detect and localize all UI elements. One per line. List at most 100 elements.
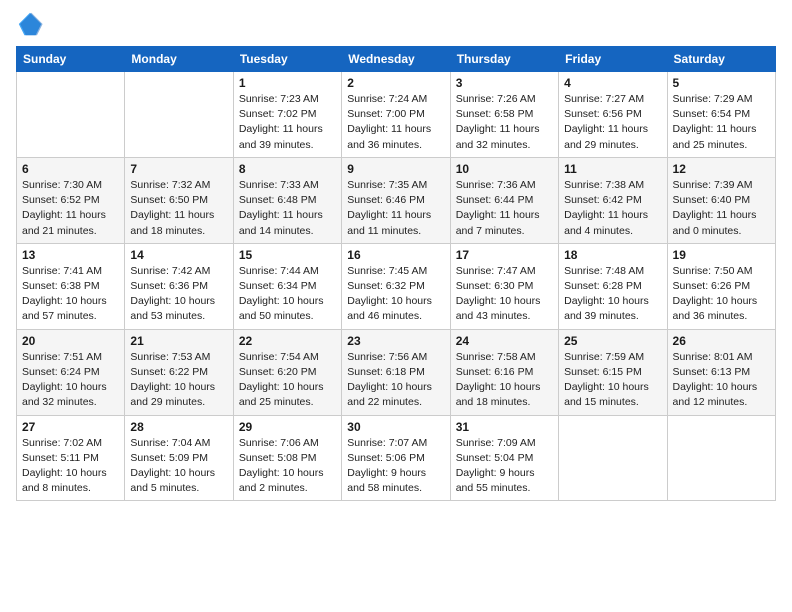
day-info: Sunrise: 7:29 AMSunset: 6:54 PMDaylight:… bbox=[673, 92, 770, 153]
day-info: Sunrise: 8:01 AMSunset: 6:13 PMDaylight:… bbox=[673, 350, 770, 411]
day-info: Sunrise: 7:59 AMSunset: 6:15 PMDaylight:… bbox=[564, 350, 661, 411]
calendar-cell: 5 Sunrise: 7:29 AMSunset: 6:54 PMDaylight… bbox=[667, 72, 775, 158]
day-info: Sunrise: 7:53 AMSunset: 6:22 PMDaylight:… bbox=[130, 350, 227, 411]
calendar-cell: 23 Sunrise: 7:56 AMSunset: 6:18 PMDayligh… bbox=[342, 329, 450, 415]
day-number: 19 bbox=[673, 248, 770, 262]
day-info: Sunrise: 7:58 AMSunset: 6:16 PMDaylight:… bbox=[456, 350, 553, 411]
day-info: Sunrise: 7:07 AMSunset: 5:06 PMDaylight:… bbox=[347, 436, 444, 497]
day-number: 17 bbox=[456, 248, 553, 262]
day-number: 13 bbox=[22, 248, 119, 262]
weekday-header-row: SundayMondayTuesdayWednesdayThursdayFrid… bbox=[17, 47, 776, 72]
calendar-cell: 15 Sunrise: 7:44 AMSunset: 6:34 PMDayligh… bbox=[233, 243, 341, 329]
calendar-cell: 17 Sunrise: 7:47 AMSunset: 6:30 PMDayligh… bbox=[450, 243, 558, 329]
day-number: 6 bbox=[22, 162, 119, 176]
day-number: 2 bbox=[347, 76, 444, 90]
day-number: 8 bbox=[239, 162, 336, 176]
logo-icon bbox=[16, 10, 44, 38]
calendar-cell: 20 Sunrise: 7:51 AMSunset: 6:24 PMDayligh… bbox=[17, 329, 125, 415]
calendar-cell: 18Sunrise: 7:48 AMSunset: 6:28 PMDayligh… bbox=[559, 243, 667, 329]
day-number: 22 bbox=[239, 334, 336, 348]
day-number: 5 bbox=[673, 76, 770, 90]
day-number: 21 bbox=[130, 334, 227, 348]
day-info: Sunrise: 7:39 AMSunset: 6:40 PMDaylight:… bbox=[673, 178, 770, 239]
day-info: Sunrise: 7:41 AMSunset: 6:38 PMDaylight:… bbox=[22, 264, 119, 325]
calendar-cell: 8 Sunrise: 7:33 AMSunset: 6:48 PMDaylight… bbox=[233, 157, 341, 243]
day-number: 4 bbox=[564, 76, 661, 90]
calendar-cell: 28Sunrise: 7:04 AMSunset: 5:09 PMDayligh… bbox=[125, 415, 233, 501]
day-info: Sunrise: 7:35 AMSunset: 6:46 PMDaylight:… bbox=[347, 178, 444, 239]
day-info: Sunrise: 7:56 AMSunset: 6:18 PMDaylight:… bbox=[347, 350, 444, 411]
day-number: 15 bbox=[239, 248, 336, 262]
day-number: 3 bbox=[456, 76, 553, 90]
calendar-cell: 16Sunrise: 7:45 AMSunset: 6:32 PMDayligh… bbox=[342, 243, 450, 329]
calendar-cell: 11Sunrise: 7:38 AMSunset: 6:42 PMDayligh… bbox=[559, 157, 667, 243]
day-number: 16 bbox=[347, 248, 444, 262]
day-info: Sunrise: 7:26 AMSunset: 6:58 PMDaylight:… bbox=[456, 92, 553, 153]
calendar-cell: 9Sunrise: 7:35 AMSunset: 6:46 PMDaylight… bbox=[342, 157, 450, 243]
day-info: Sunrise: 7:09 AMSunset: 5:04 PMDaylight:… bbox=[456, 436, 553, 497]
calendar-cell: 3 Sunrise: 7:26 AMSunset: 6:58 PMDaylight… bbox=[450, 72, 558, 158]
calendar-cell: 14Sunrise: 7:42 AMSunset: 6:36 PMDayligh… bbox=[125, 243, 233, 329]
calendar-cell: 25Sunrise: 7:59 AMSunset: 6:15 PMDayligh… bbox=[559, 329, 667, 415]
day-info: Sunrise: 7:54 AMSunset: 6:20 PMDaylight:… bbox=[239, 350, 336, 411]
day-number: 30 bbox=[347, 420, 444, 434]
weekday-header-wednesday: Wednesday bbox=[342, 47, 450, 72]
day-info: Sunrise: 7:51 AMSunset: 6:24 PMDaylight:… bbox=[22, 350, 119, 411]
weekday-header-thursday: Thursday bbox=[450, 47, 558, 72]
page: SundayMondayTuesdayWednesdayThursdayFrid… bbox=[0, 0, 792, 612]
calendar-cell bbox=[17, 72, 125, 158]
calendar-week-4: 20 Sunrise: 7:51 AMSunset: 6:24 PMDayligh… bbox=[17, 329, 776, 415]
day-info: Sunrise: 7:06 AMSunset: 5:08 PMDaylight:… bbox=[239, 436, 336, 497]
calendar-cell: 21 Sunrise: 7:53 AMSunset: 6:22 PMDayligh… bbox=[125, 329, 233, 415]
calendar-cell bbox=[125, 72, 233, 158]
calendar-week-2: 6 Sunrise: 7:30 AMSunset: 6:52 PMDaylight… bbox=[17, 157, 776, 243]
calendar-cell: 12Sunrise: 7:39 AMSunset: 6:40 PMDayligh… bbox=[667, 157, 775, 243]
day-info: Sunrise: 7:33 AMSunset: 6:48 PMDaylight:… bbox=[239, 178, 336, 239]
calendar-cell: 19 Sunrise: 7:50 AMSunset: 6:26 PMDayligh… bbox=[667, 243, 775, 329]
calendar-cell: 6 Sunrise: 7:30 AMSunset: 6:52 PMDaylight… bbox=[17, 157, 125, 243]
day-info: Sunrise: 7:47 AMSunset: 6:30 PMDaylight:… bbox=[456, 264, 553, 325]
calendar-cell: 30 Sunrise: 7:07 AMSunset: 5:06 PMDayligh… bbox=[342, 415, 450, 501]
day-info: Sunrise: 7:23 AMSunset: 7:02 PMDaylight:… bbox=[239, 92, 336, 153]
calendar-cell bbox=[667, 415, 775, 501]
day-info: Sunrise: 7:36 AMSunset: 6:44 PMDaylight:… bbox=[456, 178, 553, 239]
day-info: Sunrise: 7:42 AMSunset: 6:36 PMDaylight:… bbox=[130, 264, 227, 325]
weekday-header-friday: Friday bbox=[559, 47, 667, 72]
day-info: Sunrise: 7:27 AMSunset: 6:56 PMDaylight:… bbox=[564, 92, 661, 153]
weekday-header-tuesday: Tuesday bbox=[233, 47, 341, 72]
calendar-cell: 2 Sunrise: 7:24 AMSunset: 7:00 PMDaylight… bbox=[342, 72, 450, 158]
calendar-week-3: 13 Sunrise: 7:41 AMSunset: 6:38 PMDayligh… bbox=[17, 243, 776, 329]
day-number: 29 bbox=[239, 420, 336, 434]
day-number: 27 bbox=[22, 420, 119, 434]
calendar-cell: 27Sunrise: 7:02 AMSunset: 5:11 PMDayligh… bbox=[17, 415, 125, 501]
day-number: 7 bbox=[130, 162, 227, 176]
day-info: Sunrise: 7:50 AMSunset: 6:26 PMDaylight:… bbox=[673, 264, 770, 325]
day-info: Sunrise: 7:44 AMSunset: 6:34 PMDaylight:… bbox=[239, 264, 336, 325]
weekday-header-saturday: Saturday bbox=[667, 47, 775, 72]
day-info: Sunrise: 7:30 AMSunset: 6:52 PMDaylight:… bbox=[22, 178, 119, 239]
day-info: Sunrise: 7:38 AMSunset: 6:42 PMDaylight:… bbox=[564, 178, 661, 239]
calendar-cell: 13 Sunrise: 7:41 AMSunset: 6:38 PMDayligh… bbox=[17, 243, 125, 329]
calendar-cell: 1 Sunrise: 7:23 AMSunset: 7:02 PMDaylight… bbox=[233, 72, 341, 158]
day-info: Sunrise: 7:24 AMSunset: 7:00 PMDaylight:… bbox=[347, 92, 444, 153]
day-number: 31 bbox=[456, 420, 553, 434]
header bbox=[16, 10, 776, 38]
day-number: 20 bbox=[22, 334, 119, 348]
day-info: Sunrise: 7:04 AMSunset: 5:09 PMDaylight:… bbox=[130, 436, 227, 497]
weekday-header-monday: Monday bbox=[125, 47, 233, 72]
calendar-table: SundayMondayTuesdayWednesdayThursdayFrid… bbox=[16, 46, 776, 501]
calendar-week-1: 1 Sunrise: 7:23 AMSunset: 7:02 PMDaylight… bbox=[17, 72, 776, 158]
day-number: 1 bbox=[239, 76, 336, 90]
day-number: 18 bbox=[564, 248, 661, 262]
day-number: 23 bbox=[347, 334, 444, 348]
calendar-header: SundayMondayTuesdayWednesdayThursdayFrid… bbox=[17, 47, 776, 72]
calendar-cell: 26 Sunrise: 8:01 AMSunset: 6:13 PMDayligh… bbox=[667, 329, 775, 415]
calendar-cell: 31 Sunrise: 7:09 AMSunset: 5:04 PMDayligh… bbox=[450, 415, 558, 501]
calendar-cell: 24Sunrise: 7:58 AMSunset: 6:16 PMDayligh… bbox=[450, 329, 558, 415]
day-info: Sunrise: 7:32 AMSunset: 6:50 PMDaylight:… bbox=[130, 178, 227, 239]
weekday-header-sunday: Sunday bbox=[17, 47, 125, 72]
calendar-cell: 22 Sunrise: 7:54 AMSunset: 6:20 PMDayligh… bbox=[233, 329, 341, 415]
calendar-cell: 4 Sunrise: 7:27 AMSunset: 6:56 PMDaylight… bbox=[559, 72, 667, 158]
calendar-body: 1 Sunrise: 7:23 AMSunset: 7:02 PMDaylight… bbox=[17, 72, 776, 501]
day-number: 26 bbox=[673, 334, 770, 348]
